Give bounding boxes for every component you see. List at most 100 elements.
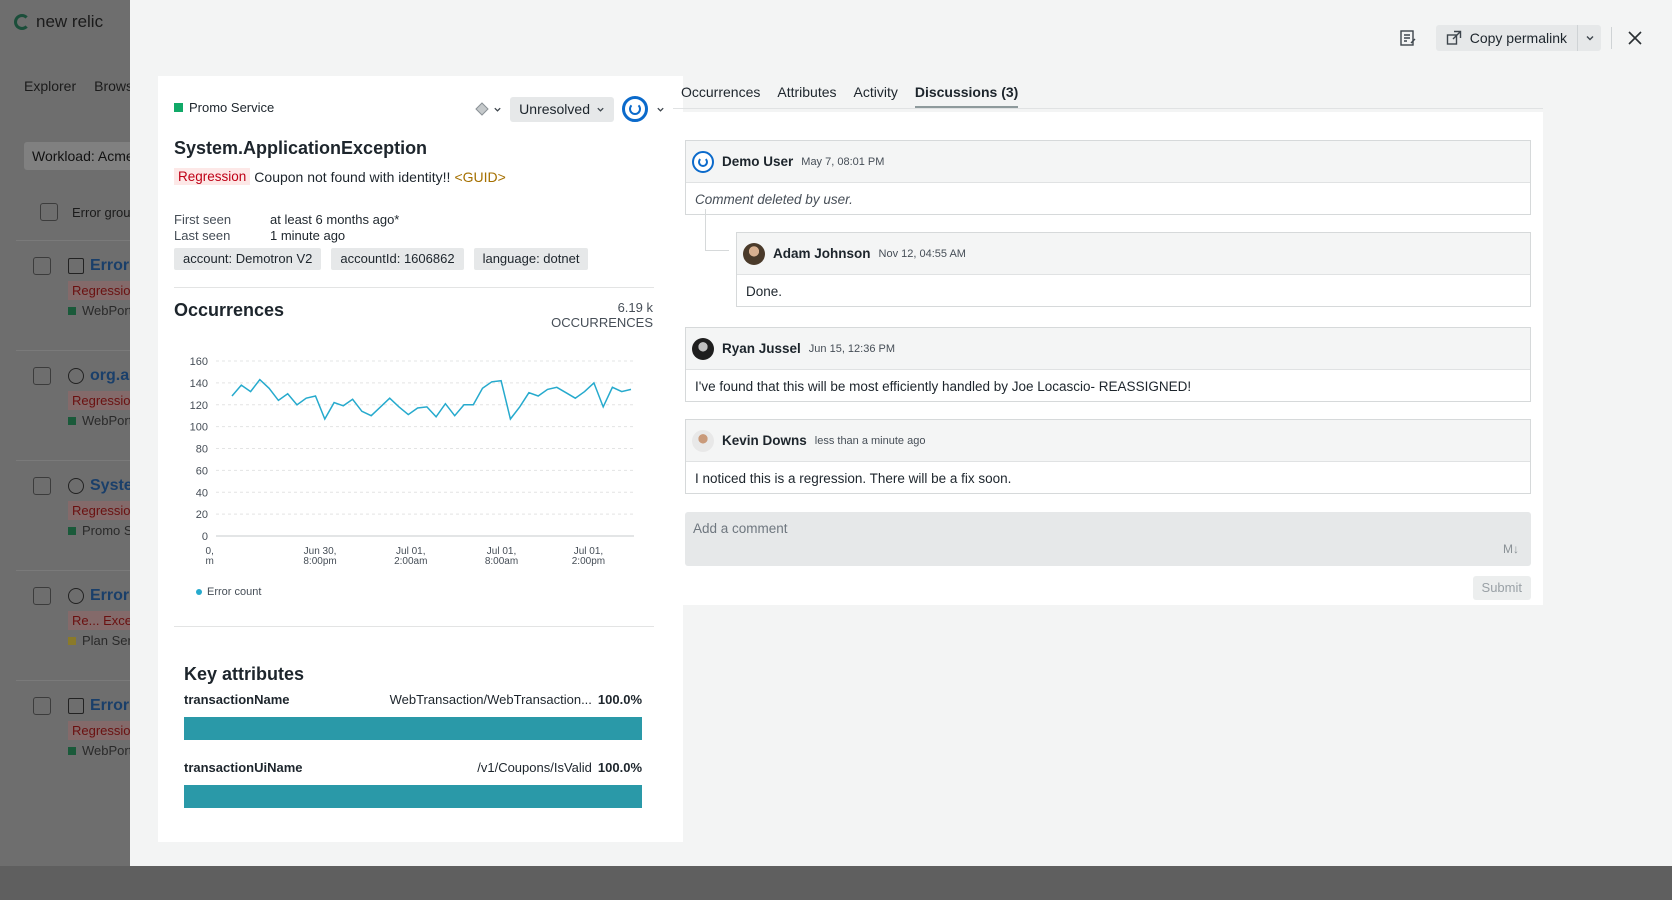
chevron-down-icon[interactable] bbox=[1577, 25, 1601, 51]
attribute-chips: account: Demotron V2 accountId: 1606862 … bbox=[174, 248, 589, 270]
error-title: System.ApplicationException bbox=[174, 138, 428, 158]
entity-link[interactable]: Promo Service bbox=[174, 100, 274, 115]
error-message: Regression Coupon not found with identit… bbox=[174, 168, 506, 185]
attribute-value: /v1/Coupons/IsValid 100.0% bbox=[477, 760, 642, 775]
avatar bbox=[692, 429, 714, 452]
comment-author[interactable]: Adam Johnson bbox=[773, 246, 871, 261]
tab-discussions[interactable]: Discussions (3) bbox=[914, 84, 1019, 108]
occurrences-chart[interactable]: 1601401201008060402000,mJun 30,8:00pmJul… bbox=[174, 341, 644, 581]
avatar bbox=[692, 337, 714, 360]
chip-language[interactable]: language: dotnet bbox=[473, 248, 589, 270]
list-item[interactable]: Error Regression WebPorta bbox=[16, 680, 140, 790]
chip-account[interactable]: account: Demotron V2 bbox=[174, 248, 322, 270]
occurrences-title: Occurrences bbox=[174, 300, 285, 320]
row-title[interactable]: org.ap bbox=[68, 367, 139, 385]
key-attributes-title: Key attributes bbox=[184, 664, 305, 684]
y-tick-label: 120 bbox=[190, 400, 208, 412]
comment-body: Comment deleted by user. bbox=[695, 192, 853, 207]
select-all-checkbox[interactable] bbox=[40, 203, 58, 221]
copy-permalink-button[interactable]: Copy permalink bbox=[1435, 25, 1601, 51]
divider bbox=[174, 287, 654, 288]
legend-label: Error count bbox=[207, 586, 262, 598]
attribute-bar bbox=[184, 717, 642, 740]
occurrences-value: 6.19 k bbox=[617, 300, 653, 315]
comment-author[interactable]: Kevin Downs bbox=[722, 433, 807, 448]
y-tick-label: 20 bbox=[196, 509, 208, 521]
background-nav: Explorer Browse bbox=[24, 78, 140, 94]
comment-time: Jun 15, 12:36 PM bbox=[808, 342, 896, 355]
list-item[interactable]: org.ap Regression WebPorta bbox=[16, 350, 140, 460]
list-header-label: Error group bbox=[72, 204, 138, 220]
detail-tabs: Occurrences Attributes Activity Discussi… bbox=[681, 84, 1019, 108]
comment-author[interactable]: Ryan Jussel bbox=[722, 341, 801, 356]
comment-header: Demo User May 7, 08:01 PM bbox=[686, 141, 1530, 183]
globe-icon bbox=[68, 368, 84, 384]
comment-body: Done. bbox=[746, 284, 783, 299]
window-icon bbox=[68, 698, 84, 714]
row-checkbox[interactable] bbox=[33, 697, 51, 715]
tag-icon[interactable] bbox=[475, 102, 502, 116]
row-checkbox[interactable] bbox=[33, 257, 51, 275]
divider bbox=[174, 626, 654, 627]
globe-icon bbox=[68, 588, 84, 604]
comment: Demo User May 7, 08:01 PM Comment delete… bbox=[685, 140, 1531, 215]
key-attribute-row[interactable]: transactionName WebTransaction/WebTransa… bbox=[184, 692, 642, 740]
list-item[interactable]: ErrorE Re... Excep Plan Serv bbox=[16, 570, 140, 680]
list-header: Error group bbox=[40, 203, 138, 221]
comment-body: I've found that this will be most effici… bbox=[695, 379, 1192, 394]
attribute-value: WebTransaction/WebTransaction... 100.0% bbox=[389, 692, 642, 707]
row-checkbox[interactable] bbox=[33, 367, 51, 385]
tab-activity[interactable]: Activity bbox=[854, 84, 898, 108]
new-relic-logo[interactable]: new relic bbox=[14, 12, 103, 32]
list-item[interactable]: Error Regression WebPorta bbox=[16, 240, 140, 350]
row-checkbox[interactable] bbox=[33, 477, 51, 495]
avatar bbox=[692, 150, 714, 173]
chevron-down-icon bbox=[597, 107, 604, 112]
chevron-down-icon[interactable] bbox=[656, 105, 665, 114]
tab-attributes[interactable]: Attributes bbox=[777, 84, 836, 108]
row-checkbox[interactable] bbox=[33, 587, 51, 605]
comment-header: Kevin Downs less than a minute ago bbox=[686, 420, 1530, 462]
last-seen-value: 1 minute ago bbox=[270, 228, 346, 243]
row-service: WebPorta bbox=[68, 743, 140, 758]
seen-info: First seen at least 6 months ago* Last se… bbox=[174, 212, 399, 244]
y-tick-label: 80 bbox=[196, 444, 208, 456]
tabs-underline bbox=[673, 108, 1543, 109]
logo-text: new relic bbox=[36, 12, 104, 31]
notes-icon[interactable] bbox=[1394, 24, 1422, 52]
x-tick-label: 8:00pm bbox=[303, 556, 336, 567]
close-icon[interactable] bbox=[1622, 25, 1648, 51]
status-dropdown[interactable]: Unresolved bbox=[510, 96, 614, 122]
assignee-avatar[interactable] bbox=[622, 96, 648, 122]
entity-name: Promo Service bbox=[189, 100, 275, 115]
comment-header: Adam Johnson Nov 12, 04:55 AM bbox=[737, 233, 1530, 275]
chip-account-id[interactable]: accountId: 1606862 bbox=[331, 248, 464, 270]
comment-input[interactable]: Add a comment M↓ bbox=[685, 512, 1531, 566]
comment-time: less than a minute ago bbox=[814, 434, 926, 447]
tab-occurrences[interactable]: Occurrences bbox=[681, 84, 760, 108]
list-item[interactable]: Systen Regression Promo Se bbox=[16, 460, 140, 570]
last-seen-label: Last seen bbox=[174, 228, 231, 243]
workload-filter[interactable]: Workload: Acme bbox=[24, 142, 140, 170]
occurrences-label: OCCURRENCES bbox=[551, 315, 653, 330]
nav-explorer[interactable]: Explorer bbox=[24, 78, 76, 94]
legend-swatch bbox=[196, 589, 202, 595]
error-detail-overlay: Copy permalink Promo Service Unresolved bbox=[130, 0, 1672, 866]
row-title[interactable]: Error bbox=[68, 697, 129, 715]
comment-author[interactable]: Demo User bbox=[722, 154, 793, 169]
comment-body: I noticed this is a regression. There wi… bbox=[695, 471, 1012, 486]
submit-button[interactable]: Submit bbox=[1472, 576, 1531, 600]
row-title[interactable]: Error bbox=[68, 257, 129, 275]
key-attribute-row[interactable]: transactionUiName /v1/Coupons/IsValid 100… bbox=[184, 760, 642, 808]
window-icon bbox=[68, 258, 84, 274]
comment-reply: Adam Johnson Nov 12, 04:55 AM Done. bbox=[736, 232, 1531, 307]
occurrences-count: 6.19 k OCCURRENCES bbox=[551, 300, 653, 330]
chart-legend[interactable]: Error count bbox=[196, 586, 261, 598]
link-out-icon bbox=[1446, 30, 1461, 45]
series-line-error-count bbox=[231, 378, 632, 421]
background-app: new relic Explorer Browse Workload: Acme… bbox=[0, 0, 140, 900]
comment-placeholder: Add a comment bbox=[693, 521, 788, 536]
comment: Kevin Downs less than a minute ago I not… bbox=[685, 419, 1531, 494]
y-tick-label: 40 bbox=[196, 487, 208, 499]
error-message-text: Coupon not found with identity!! bbox=[254, 168, 451, 185]
